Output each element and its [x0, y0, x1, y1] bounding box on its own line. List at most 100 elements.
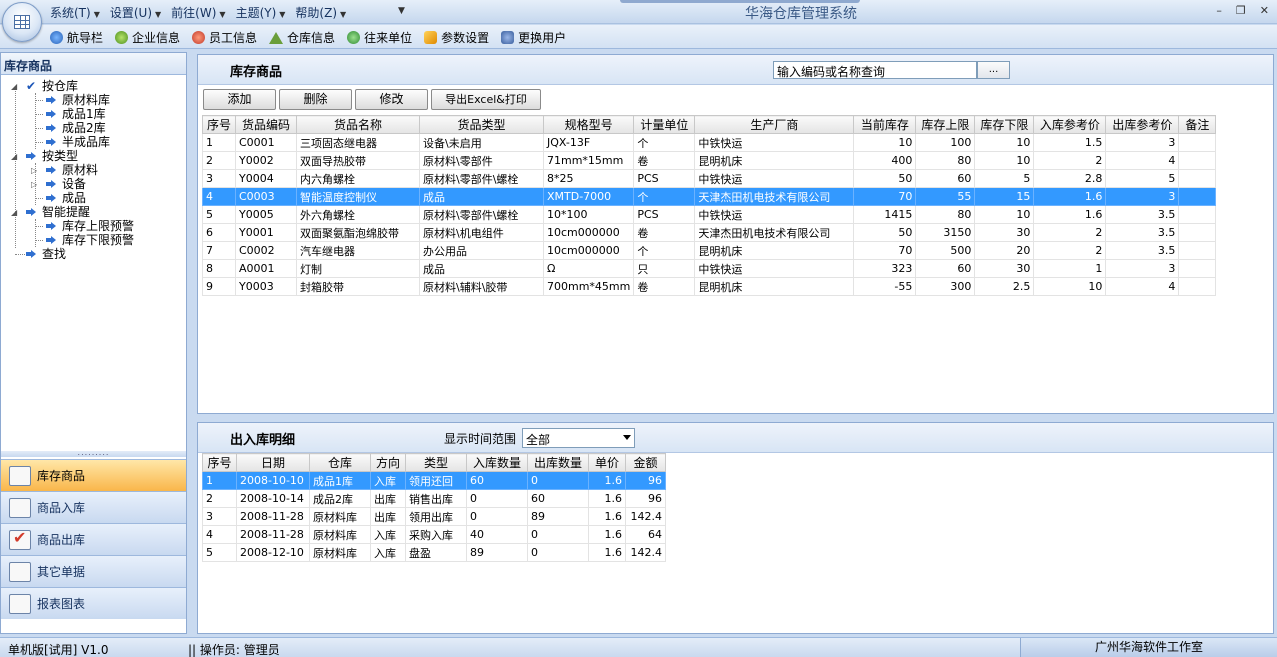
menu-goto[interactable]: 前往(W) ▼ — [171, 4, 225, 21]
tool-warehouse[interactable]: 仓库信息 — [269, 29, 335, 46]
stock-search-input[interactable]: 输入编码或名称查询 — [773, 61, 977, 79]
tree-alert-upper[interactable]: 库存上限预警 — [46, 219, 134, 233]
tool-switch-user[interactable]: 更换用户 — [501, 29, 566, 46]
table-row[interactable]: 5 Y0005 外六角螺栓 原材料\零部件\螺栓 10*100 PCS 中铁快运 1415 80… — [202, 205, 1217, 224]
table-cell: 10 — [1033, 277, 1107, 296]
stock-column-header[interactable]: 库存下限 — [974, 115, 1035, 134]
arrow-right-icon — [26, 250, 36, 258]
delete-button[interactable]: 删除 — [279, 89, 352, 110]
tree-warehouse-item[interactable]: 半成品库 — [46, 135, 110, 149]
tree-warehouse-item[interactable]: 成品2库 — [46, 121, 106, 135]
flow-column-header[interactable]: 单价 — [588, 453, 626, 472]
tree-type-item[interactable]: 成品 — [46, 191, 86, 205]
menu-system[interactable]: 系统(T) ▼ — [50, 4, 100, 21]
stock-search-button[interactable]: ... — [977, 61, 1010, 79]
tool-navigation[interactable]: 航导栏 — [50, 29, 103, 46]
nav-other-docs[interactable]: 其它单据 — [1, 555, 186, 587]
table-row[interactable]: 1 2008-10-10 成品1库 入库 领用还回 60 0 1.6 96 — [202, 471, 666, 490]
table-row[interactable]: 3 2008-11-28 原材料库 出库 领用出库 0 89 1.6 142.4 — [202, 507, 666, 526]
table-row[interactable]: 4 2008-11-28 原材料库 入库 采购入库 40 0 1.6 64 — [202, 525, 666, 544]
tree-type-item[interactable]: 设备 — [46, 177, 86, 191]
table-row[interactable]: 1 C0001 三项固态继电器 设备\未启用 JQX-13F 个中铁快运 10 100 10 1.… — [202, 133, 1217, 152]
nav-reports[interactable]: 报表图表 — [1, 587, 186, 619]
flow-column-header[interactable]: 仓库 — [309, 453, 371, 472]
tree-warehouse-item[interactable]: 原材料库 — [46, 93, 110, 107]
table-cell: 2008-11-28 — [236, 525, 310, 544]
stock-column-header[interactable]: 库存上限 — [915, 115, 976, 134]
tool-partner[interactable]: 往来单位 — [347, 29, 412, 46]
table-row[interactable]: 9 Y0003 封箱胶带 原材料\辅料\胶带 700mm*45mm 卷昆明机床 -55 300… — [202, 277, 1217, 296]
stock-column-header[interactable]: 货品编码 — [235, 115, 297, 134]
stock-column-header[interactable]: 备注 — [1178, 115, 1217, 134]
stock-column-header[interactable]: 当前库存 — [853, 115, 917, 134]
table-cell: 出库 — [370, 489, 406, 508]
app-title: 华海仓库管理系统 — [745, 6, 857, 22]
expand-icon[interactable]: ▷ — [31, 180, 37, 189]
stock-column-header[interactable]: 序号 — [202, 115, 236, 134]
quick-access-dropdown-icon[interactable]: ▼ — [398, 6, 405, 16]
table-row[interactable]: 4 C0003 智能温度控制仪 成品 XMTD-7000 个天津杰田机电技术有限公司 70 5… — [202, 187, 1217, 206]
menu-theme[interactable]: 主题(Y) ▼ — [236, 4, 286, 21]
stock-column-header[interactable]: 规格型号 — [542, 115, 635, 134]
export-print-button[interactable]: 导出Excel&打印 — [431, 89, 541, 110]
tree-alerts[interactable]: 智能提醒 — [26, 205, 90, 219]
flow-column-header[interactable]: 入库数量 — [466, 453, 528, 472]
close-icon[interactable]: ✕ — [1260, 4, 1269, 17]
company-label: 广州华海软件工作室 — [1020, 638, 1277, 657]
flow-column-header[interactable]: 金额 — [625, 453, 666, 472]
flow-column-header[interactable]: 日期 — [236, 453, 310, 472]
table-row[interactable]: 7 C0002 汽车继电器 办公用品 10cm000000 个昆明机床 70 500 20 2 3.… — [202, 241, 1217, 260]
tool-employee[interactable]: 员工信息 — [192, 29, 257, 46]
time-range-select[interactable]: 全部 — [522, 428, 635, 448]
collapse-icon[interactable]: ◢ — [11, 208, 17, 217]
collapse-icon[interactable]: ◢ — [11, 152, 17, 161]
tool-settings[interactable]: 参数设置 — [424, 29, 489, 46]
flow-column-header[interactable]: 类型 — [405, 453, 467, 472]
nav-stock-in[interactable]: 商品入库 — [1, 491, 186, 523]
stock-column-header[interactable]: 入库参考价 — [1033, 115, 1107, 134]
stock-column-header[interactable]: 计量单位 — [633, 115, 696, 134]
app-menu-button[interactable] — [2, 2, 42, 42]
menu-help[interactable]: 帮助(Z) ▼ — [295, 4, 346, 21]
collapse-icon[interactable]: ◢ — [11, 82, 17, 91]
tree-warehouse-item[interactable]: 成品1库 — [46, 107, 106, 121]
tree-search[interactable]: 查找 — [26, 247, 66, 261]
employee-icon — [192, 31, 206, 44]
tool-enterprise[interactable]: 企业信息 — [115, 29, 180, 46]
minimize-icon[interactable]: – — [1216, 4, 1222, 17]
stock-column-header[interactable]: 出库参考价 — [1105, 115, 1180, 134]
stock-icon — [9, 465, 31, 486]
table-cell: 入库 — [370, 543, 406, 562]
sidebar-splitter[interactable]: ......... — [1, 449, 186, 457]
edit-button[interactable]: 修改 — [355, 89, 428, 110]
table-row[interactable]: 2 2008-10-14 成品2库 出库 销售出库 0 60 1.6 96 — [202, 489, 666, 508]
table-row[interactable]: 6 Y0001 双面聚氨酯泡绵胶带 原材料\机电组件 10cm000000 卷天津杰田机电… — [202, 223, 1217, 242]
stock-column-header[interactable]: 货品类型 — [419, 115, 544, 134]
tree-type-item[interactable]: 原材料 — [46, 163, 98, 177]
tree-alert-lower[interactable]: 库存下限预警 — [46, 233, 134, 247]
flow-column-header[interactable]: 序号 — [202, 453, 237, 472]
table-row[interactable]: 8 A0001 灯制 成品 Ω 只中铁快运 323 60 30 1 3 — [202, 259, 1217, 278]
table-cell: Y0005 — [235, 205, 297, 224]
table-row[interactable]: 2 Y0002 双面导热胶带 原材料\零部件 71mm*15mm 卷昆明机床 400 80 10… — [202, 151, 1217, 170]
stock-column-header[interactable]: 生产厂商 — [694, 115, 855, 134]
expand-icon[interactable]: ▷ — [31, 166, 37, 175]
table-row[interactable]: 5 2008-12-10 原材料库 入库 盘盈 89 0 1.6 142.4 — [202, 543, 666, 562]
tree-label: 查找 — [42, 247, 67, 261]
flow-column-header[interactable]: 方向 — [370, 453, 406, 472]
stock-column-header[interactable]: 货品名称 — [296, 115, 420, 134]
arrow-right-icon — [46, 180, 56, 188]
table-cell: 96 — [625, 489, 666, 508]
nav-stock-out[interactable]: 商品出库 — [1, 523, 186, 555]
arrow-right-icon — [46, 236, 56, 244]
flow-column-header[interactable]: 出库数量 — [527, 453, 589, 472]
menu-settings[interactable]: 设置(U) ▼ — [110, 4, 161, 21]
operator-label: || 操作员: 管理员 — [188, 643, 280, 657]
add-button[interactable]: 添加 — [203, 89, 276, 110]
table-cell: 4 — [202, 187, 236, 206]
restore-icon[interactable]: ❐ — [1236, 4, 1246, 17]
table-row[interactable]: 3 Y0004 内六角螺栓 原材料\零部件\螺栓 8*25 PCS 中铁快运 50 60 5 2.8… — [202, 169, 1217, 188]
tree-by-type[interactable]: 按类型 — [26, 149, 78, 163]
tree-by-warehouse[interactable]: ✔ 按仓库 — [26, 79, 78, 93]
nav-stock[interactable]: 库存商品 — [1, 459, 186, 491]
